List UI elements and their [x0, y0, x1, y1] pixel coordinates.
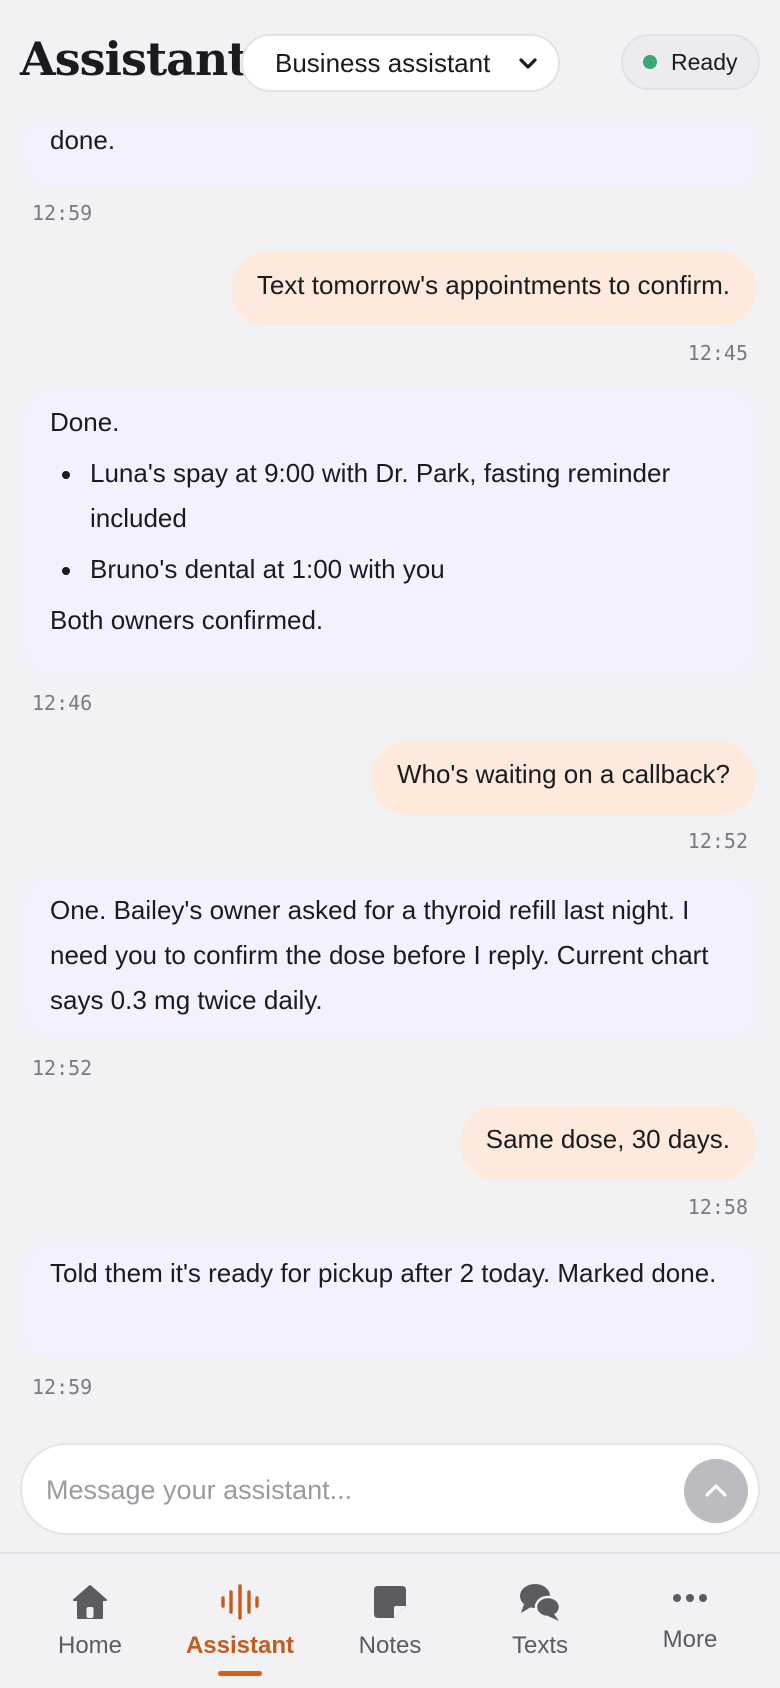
message-composer — [20, 1443, 760, 1535]
app-root: done. 12:59 Text tomorrow's appointments… — [0, 0, 780, 1688]
nav-label: Home — [57, 1632, 123, 1659]
assistant-message: Done. Luna's spay at 9:00 with Dr. Park,… — [24, 390, 756, 674]
chevron-down-icon — [519, 58, 537, 69]
message-text: Text tomorrow's appointments to confirm. — [256, 270, 730, 300]
note-icon — [374, 1586, 406, 1618]
top-bar: Assistant Business assistant Ready — [0, 0, 780, 124]
mode-select-value: Business assistant — [275, 47, 491, 78]
assistant-message: Told them it's ready for pickup after 2 … — [24, 1243, 756, 1359]
nav-item-assistant[interactable]: Assistant — [165, 1554, 315, 1688]
nav-label: Assistant — [185, 1632, 295, 1659]
status-label: Ready — [671, 48, 738, 75]
message-input[interactable] — [46, 1465, 646, 1515]
assistant-message: One. Bailey's owner asked for a thyroid … — [24, 878, 756, 1038]
message-time: 12:46 — [32, 691, 93, 715]
message-text: Done. — [50, 407, 120, 437]
nav-label: Notes — [358, 1632, 422, 1659]
chevron-up-icon — [705, 1484, 727, 1497]
message-text: Who's waiting on a callback? — [396, 759, 730, 789]
bottom-nav: Home Assistant Notes Texts More — [0, 1552, 780, 1688]
home-icon — [73, 1585, 107, 1619]
nav-item-more[interactable]: More — [615, 1554, 765, 1688]
message-time: 12:59 — [32, 201, 93, 225]
user-message: Who's waiting on a callback? — [370, 741, 756, 815]
message-text: One. Bailey's owner asked for a thyroid … — [50, 895, 709, 1015]
message-time: 12:52 — [32, 1056, 93, 1080]
send-button[interactable] — [684, 1459, 748, 1523]
more-dots-icon — [673, 1594, 707, 1602]
list-item: Bruno's dental at 1:00 with you — [50, 547, 730, 592]
user-message: Text tomorrow's appointments to confirm. — [230, 252, 756, 326]
nav-label: Texts — [511, 1632, 568, 1659]
message-time: 12:58 — [687, 1195, 748, 1219]
message-time: 12:45 — [687, 341, 748, 365]
nav-label: More — [662, 1626, 718, 1653]
list-item: Luna's spay at 9:00 with Dr. Park, fasti… — [50, 451, 730, 541]
page-title: Assistant — [20, 32, 249, 86]
user-message: Same dose, 30 days. — [459, 1106, 756, 1180]
nav-item-notes[interactable]: Notes — [315, 1554, 465, 1688]
chat-bubbles-icon — [520, 1584, 562, 1621]
appointment-list: Luna's spay at 9:00 with Dr. Park, fasti… — [50, 451, 730, 592]
message-time: 12:52 — [687, 829, 748, 853]
message-time: 12:59 — [32, 1375, 93, 1399]
active-tab-indicator — [218, 1671, 262, 1676]
message-text: Same dose, 30 days. — [485, 1124, 730, 1154]
message-text: Both owners confirmed. — [50, 605, 324, 635]
status-badge: Ready — [621, 34, 760, 90]
message-text: done. — [50, 125, 116, 155]
message-text: Told them it's ready for pickup after 2 … — [50, 1258, 717, 1288]
status-dot-icon — [643, 55, 657, 69]
nav-item-texts[interactable]: Texts — [465, 1554, 615, 1688]
nav-item-home[interactable]: Home — [15, 1554, 165, 1688]
assistant-mode-select[interactable]: Business assistant — [241, 34, 560, 92]
waveform-icon — [221, 1584, 259, 1620]
